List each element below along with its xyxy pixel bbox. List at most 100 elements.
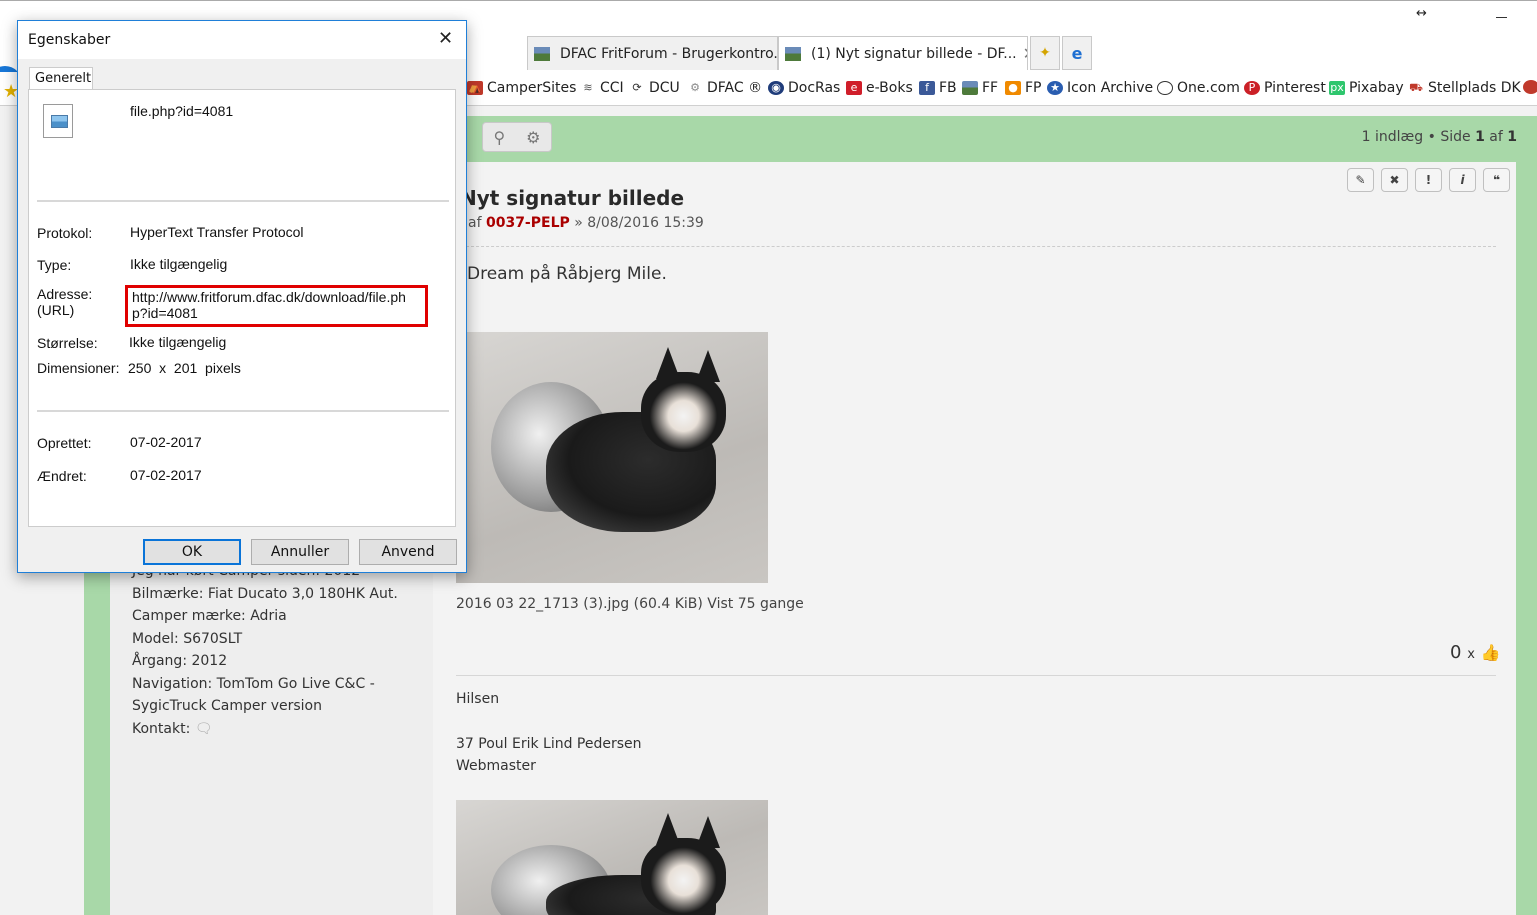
signature-greeting: Hilsen bbox=[456, 691, 500, 707]
separator bbox=[37, 200, 449, 202]
tab-nyt-signatur[interactable]: (1) Nyt signatur billede - DF... ✕ bbox=[778, 36, 1028, 70]
tab-label: (1) Nyt signatur billede - DF... bbox=[811, 45, 1017, 62]
dfac-favicon-icon bbox=[785, 46, 801, 61]
pixabay-icon: px bbox=[1329, 81, 1345, 95]
fav-eboks[interactable]: e e-Boks bbox=[846, 80, 913, 96]
dcu-icon: ⟳ bbox=[632, 81, 642, 94]
post-text: Dream på Råbjerg Mile. bbox=[467, 264, 667, 284]
modified-value: 07-02-2017 bbox=[130, 467, 202, 483]
divider bbox=[456, 246, 1496, 247]
dimensions-value: 250 x 201 pixels bbox=[128, 360, 241, 376]
signature-role: Webmaster bbox=[456, 758, 536, 774]
attachment-caption[interactable]: 2016 03 22_1713 (3).jpg (60.4 KiB) Vist … bbox=[456, 596, 804, 612]
profile-contact: Kontakt: 🗨 bbox=[132, 721, 213, 737]
file-name: file.php?id=4081 bbox=[130, 103, 234, 119]
created-value: 07-02-2017 bbox=[130, 434, 202, 450]
page-total: 1 bbox=[1507, 129, 1517, 145]
modified-label: Ændret: bbox=[37, 468, 87, 484]
profile-car-make: Bilmærke: Fiat Ducato 3,0 180HK Aut. bbox=[132, 586, 398, 602]
cancel-button[interactable]: Annuller bbox=[251, 539, 349, 565]
fav-dcu[interactable]: ⟳ DCU bbox=[629, 80, 679, 96]
author-profile: Jeg har kørt Camper siden: 2012 Bilmærke… bbox=[110, 540, 433, 915]
topic-tools: ⚲ ⚙ bbox=[482, 122, 552, 152]
fav-campersites[interactable]: ⛺ CamperSites bbox=[467, 80, 576, 96]
dfac-icon: ⚙ bbox=[690, 81, 700, 94]
type-value: Ikke tilgængelig bbox=[130, 256, 228, 272]
type-label: Type: bbox=[37, 257, 72, 273]
like-counter: 0 x 👍 bbox=[1450, 642, 1501, 663]
image-file-icon bbox=[43, 104, 73, 138]
edit-icon[interactable]: ✎ bbox=[1347, 168, 1374, 192]
report-icon[interactable]: ! bbox=[1415, 168, 1442, 192]
fp-icon: ● bbox=[1005, 81, 1021, 95]
fav-pixabay[interactable]: px Pixabay bbox=[1329, 80, 1404, 96]
ff-icon bbox=[962, 81, 978, 95]
quote-icon[interactable]: ❝ bbox=[1483, 168, 1510, 192]
profile-navigation: Navigation: TomTom Go Live C&C - bbox=[132, 676, 375, 692]
onecom-icon bbox=[1157, 81, 1173, 95]
fav-docras[interactable]: ◉ DocRas bbox=[768, 80, 840, 96]
post-date: » 8/08/2016 15:39 bbox=[574, 215, 704, 231]
signature-name: 37 Poul Erik Lind Pedersen bbox=[456, 736, 642, 752]
size-label: Størrelse: bbox=[37, 335, 98, 351]
attachment-image[interactable] bbox=[456, 332, 768, 583]
close-icon[interactable]: ✕ bbox=[438, 28, 453, 49]
tab-brugerkontrol[interactable]: DFAC FritForum - Brugerkontro... bbox=[527, 36, 778, 70]
fav-ff[interactable]: FF bbox=[962, 80, 998, 96]
post-meta: af 0037-PELP » 8/08/2016 15:39 bbox=[468, 215, 704, 231]
close-tab-icon[interactable]: ✕ bbox=[1023, 44, 1027, 63]
cci-icon: ≋ bbox=[583, 81, 593, 94]
icon-archive-icon: ★ bbox=[1047, 81, 1063, 95]
dfac-favicon-icon bbox=[534, 46, 550, 61]
created-label: Oprettet: bbox=[37, 435, 92, 451]
tab-generelt[interactable]: Generelt bbox=[29, 67, 93, 90]
docras-icon: ◉ bbox=[768, 81, 784, 95]
size-value: Ikke tilgængelig bbox=[129, 334, 227, 350]
properties-dialog: Egenskaber ✕ Generelt file.php?id=4081 P… bbox=[17, 20, 467, 573]
more-favorites-icon bbox=[1523, 80, 1537, 94]
post-title[interactable]: Nyt signatur billede bbox=[460, 186, 684, 210]
facebook-icon: f bbox=[919, 81, 935, 95]
address-value[interactable]: http://www.fritforum.dfac.dk/download/fi… bbox=[125, 285, 428, 327]
resize-icon[interactable]: ↔ bbox=[1416, 6, 1427, 21]
profile-model: Model: S670SLT bbox=[132, 631, 243, 647]
general-panel: file.php?id=4081 Protokol: HyperText Tra… bbox=[28, 89, 456, 527]
dialog-title-bar: Egenskaber ✕ bbox=[18, 21, 466, 59]
post-author[interactable]: 0037-PELP bbox=[486, 215, 570, 231]
thumbs-up-icon[interactable]: 👍 bbox=[1481, 643, 1501, 662]
protocol-label: Protokol: bbox=[37, 225, 93, 241]
apply-button[interactable]: Anvend bbox=[359, 539, 457, 565]
address-label-url: (URL) bbox=[37, 302, 75, 318]
fav-fp[interactable]: ● FP bbox=[1005, 80, 1042, 96]
minimize-button[interactable] bbox=[1496, 17, 1507, 18]
delete-icon[interactable]: ✖ bbox=[1381, 168, 1408, 192]
eboks-icon: e bbox=[846, 81, 862, 95]
gear-icon[interactable]: ⚙ bbox=[526, 128, 540, 147]
info-icon[interactable]: i bbox=[1449, 168, 1476, 192]
fav-dfac[interactable]: ⚙ DFAC ® bbox=[687, 80, 762, 96]
campersites-icon: ⛺ bbox=[467, 81, 483, 95]
pagination: 1 indlæg • Side 1 af 1 bbox=[1362, 129, 1517, 145]
new-tab-icon: ✦ bbox=[1039, 45, 1051, 61]
pinterest-icon: P bbox=[1244, 81, 1260, 95]
signature-divider bbox=[456, 675, 1496, 676]
fav-cci[interactable]: ≋ CCI bbox=[580, 80, 623, 96]
stellplads-icon: ⛟ bbox=[1409, 81, 1423, 94]
fav-fb[interactable]: f FB bbox=[919, 80, 957, 96]
ie-icon[interactable]: e bbox=[1062, 36, 1092, 70]
fav-pinterest[interactable]: P Pinterest bbox=[1244, 80, 1326, 96]
profile-navigation-cont: SygicTruck Camper version bbox=[132, 698, 322, 714]
separator bbox=[37, 410, 449, 412]
fav-icon-archive[interactable]: ★ Icon Archive bbox=[1047, 80, 1153, 96]
ok-button[interactable]: OK bbox=[143, 539, 241, 565]
fav-more[interactable] bbox=[1523, 80, 1537, 94]
protocol-value: HyperText Transfer Protocol bbox=[130, 224, 304, 240]
new-tab-button[interactable]: ✦ bbox=[1030, 36, 1060, 70]
search-icon[interactable]: ⚲ bbox=[493, 128, 505, 147]
fav-onecom[interactable]: One.com bbox=[1157, 80, 1240, 96]
address-label: Adresse: bbox=[37, 286, 93, 302]
fav-stellplads[interactable]: ⛟ Stellplads DK bbox=[1408, 80, 1521, 96]
chat-bubble-icon[interactable]: 🗨 bbox=[195, 721, 213, 737]
pagination-prefix: 1 indlæg • Side bbox=[1361, 129, 1471, 145]
profile-year: Årgang: 2012 bbox=[132, 653, 228, 669]
